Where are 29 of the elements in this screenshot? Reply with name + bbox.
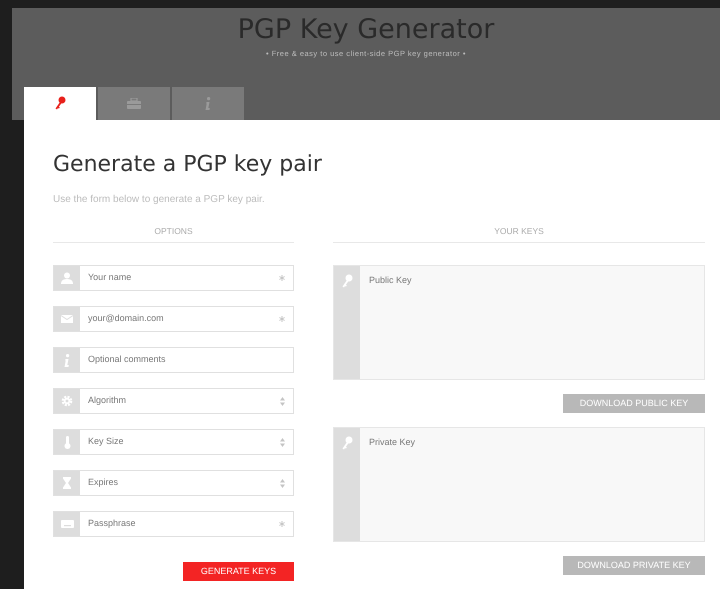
select-field[interactable]: Key Size [53,429,294,455]
text-field[interactable]: your@domain.com [53,306,294,332]
updown-icon [280,396,285,406]
generate-button[interactable]: GENERATE KEYS [183,562,294,581]
select-field[interactable]: Algorithm [53,388,294,414]
updown-icon [280,438,285,446]
hourglass-icon [63,477,71,489]
gear-icon [61,395,73,407]
select-value: Key Size [88,435,124,448]
info-icon [205,96,211,110]
envelope-icon [61,315,73,323]
text-field[interactable]: Passphrase [53,511,294,537]
key-icon [54,96,66,110]
text-field[interactable]: Your name [53,265,294,291]
select-value: Algorithm [88,394,126,408]
section-title: OPTIONS [53,225,294,243]
select-value: Expires [88,476,118,490]
tab[interactable] [24,86,96,120]
section-title: YOUR KEYS [333,225,705,243]
page-heading: Generate a PGP key pair [53,152,323,178]
person-icon [61,272,73,284]
thermometer-icon [64,436,70,448]
info-icon [64,354,70,366]
intro-text: Use the form below to generate a PGP key pair. [53,193,266,208]
briefcase-icon [127,98,141,109]
select-field[interactable]: Expires [53,470,294,496]
text-field[interactable]: Optional comments [53,347,294,373]
updown-icon [280,478,285,488]
keyboard-icon [60,520,74,528]
